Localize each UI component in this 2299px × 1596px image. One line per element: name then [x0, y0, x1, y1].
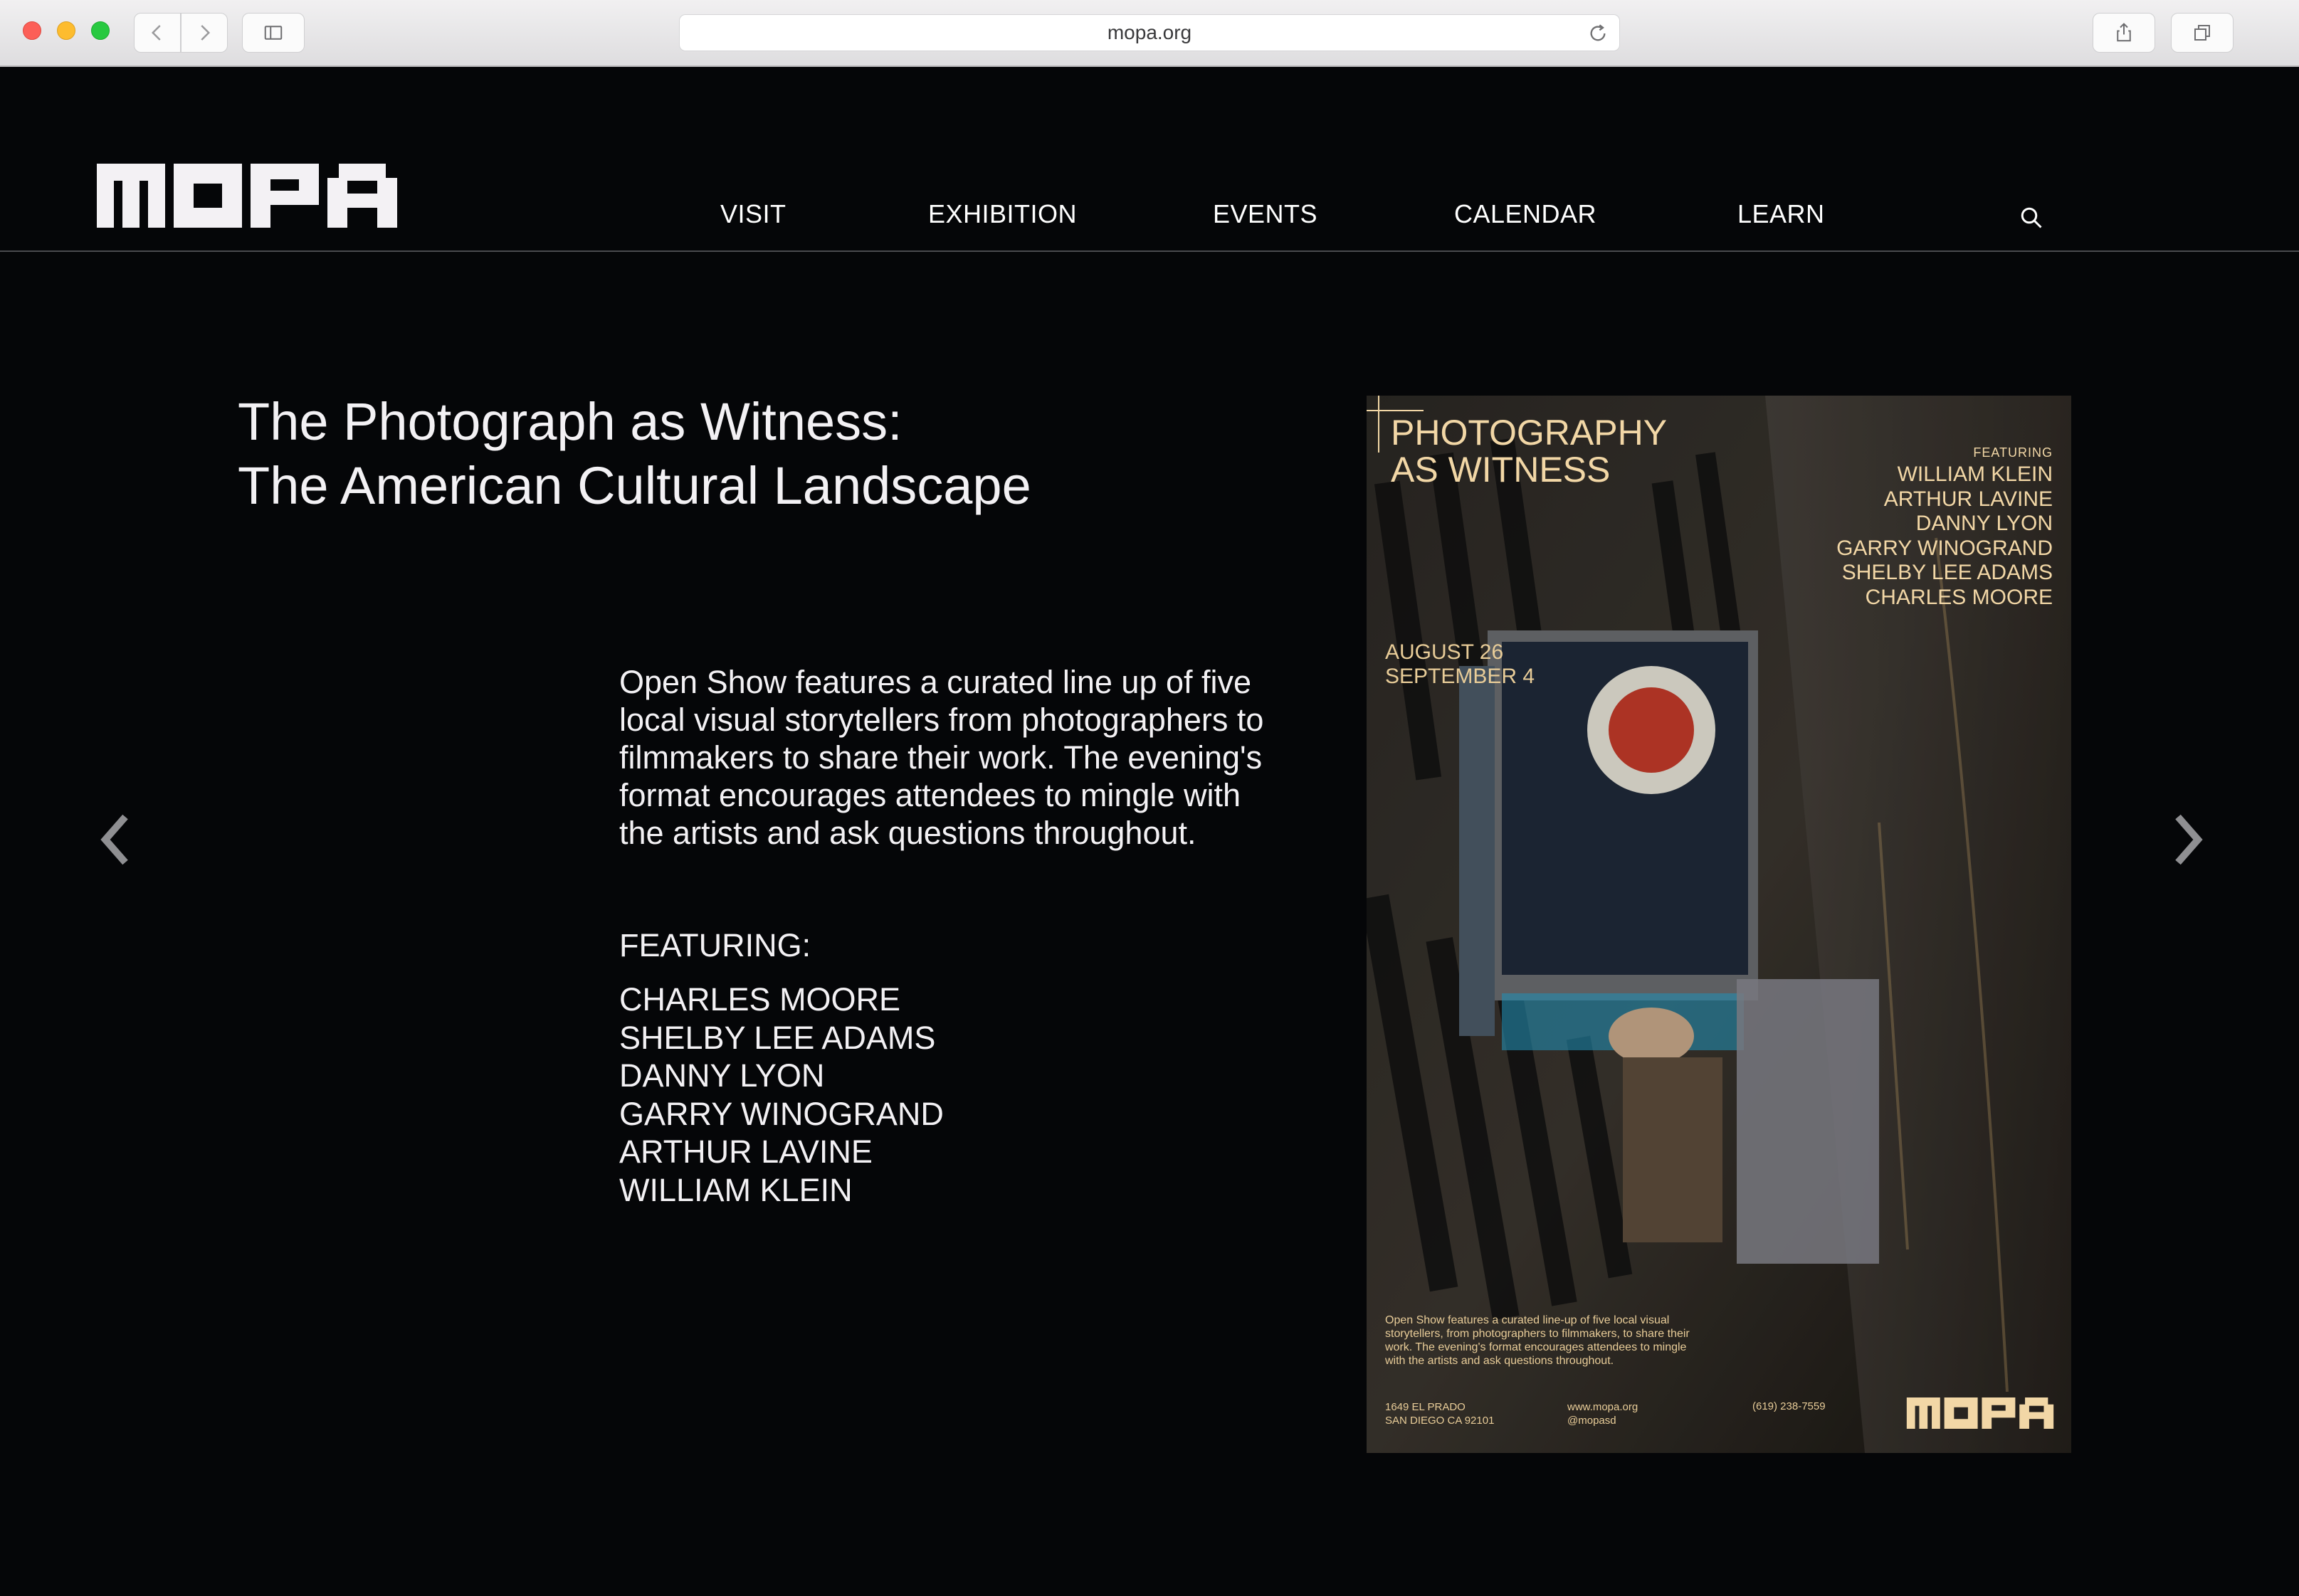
artist-item: WILLIAM KLEIN: [619, 1171, 853, 1208]
poster-description: Open Show features a curated line-up of …: [1385, 1314, 1690, 1367]
forward-button[interactable]: [181, 13, 228, 53]
poster-artist-item: ARTHUR LAVINE: [1883, 487, 2053, 511]
poster-artist-item: SHELBY LEE ADAMS: [1841, 561, 2053, 584]
exhibition-title-line1: The Photograph as Witness:: [238, 392, 903, 451]
exhibition-title: The Photograph as Witness: The American …: [238, 390, 1305, 518]
tabs-icon: [2194, 25, 2210, 41]
poster-phone: (619) 238-7559: [1752, 1400, 1826, 1412]
poster-web: www.mopa.org @mopasd: [1567, 1400, 1638, 1427]
exhibition-title-line2: The American Cultural Landscape: [238, 456, 1031, 515]
exhibition-poster[interactable]: PHOTOGRAPHY AS WITNESS FEATURING WILLIAM…: [1367, 396, 2071, 1453]
artist-list: CHARLES MOORE SHELBY LEE ADAMS DANNY LYO…: [619, 981, 944, 1209]
carousel-next-arrow-icon[interactable]: [2167, 811, 2209, 868]
carousel-prev-arrow-icon[interactable]: [94, 811, 137, 868]
share-button[interactable]: [2093, 13, 2155, 53]
mopa-logo[interactable]: [97, 164, 397, 228]
poster-date-end: SEPTEMBER 4: [1385, 665, 1535, 688]
show-tabs-button[interactable]: [2171, 13, 2234, 53]
back-icon: [151, 25, 161, 41]
sidebar-toggle-button[interactable]: [242, 13, 305, 53]
nav-calendar[interactable]: CALENDAR: [1454, 199, 1596, 229]
poster-website: www.mopa.org: [1567, 1401, 1638, 1413]
nav-events[interactable]: EVENTS: [1213, 199, 1317, 229]
poster-address-line1: 1649 EL PRADO: [1385, 1401, 1466, 1413]
poster-dates: AUGUST 26 SEPTEMBER 4: [1385, 640, 1535, 689]
poster-title-line2: AS WITNESS: [1391, 450, 1611, 490]
artist-item: DANNY LYON: [619, 1057, 825, 1094]
nav-learn[interactable]: LEARN: [1737, 199, 1825, 229]
forward-icon: [201, 25, 211, 41]
nav-visit[interactable]: VISIT: [720, 199, 786, 229]
reload-icon[interactable]: [1588, 23, 1608, 43]
poster-artist-item: CHARLES MOORE: [1865, 585, 2053, 609]
crop-mark: [1378, 396, 1379, 453]
artist-item: SHELBY LEE ADAMS: [619, 1019, 936, 1056]
close-window-button[interactable]: [23, 21, 41, 40]
poster-title-line1: PHOTOGRAPHY: [1391, 413, 1668, 453]
poster-artist-item: GARRY WINOGRAND: [1836, 536, 2053, 560]
artist-item: GARRY WINOGRAND: [619, 1095, 944, 1132]
url-text: mopa.org: [1107, 21, 1192, 43]
poster-title: PHOTOGRAPHY AS WITNESS: [1391, 414, 1747, 488]
artist-item: ARTHUR LAVINE: [619, 1133, 873, 1170]
poster-artist-list: WILLIAM KLEIN ARTHUR LAVINE DANNY LYON G…: [1836, 463, 2053, 610]
exhibition-description: Open Show features a curated line up of …: [619, 664, 1264, 851]
poster-address: 1649 EL PRADO SAN DIEGO CA 92101: [1385, 1400, 1494, 1427]
poster-artist-item: WILLIAM KLEIN: [1897, 463, 2053, 486]
featuring-label: FEATURING:: [619, 927, 811, 963]
poster-address-line2: SAN DIEGO CA 92101: [1385, 1415, 1495, 1427]
address-bar[interactable]: mopa.org: [679, 14, 1620, 51]
search-icon[interactable]: [2019, 205, 2044, 231]
poster-artist-item: DANNY LYON: [1915, 512, 2053, 535]
back-button[interactable]: [134, 13, 181, 53]
crop-mark: [1367, 410, 1424, 411]
browser-toolbar: mopa.org: [0, 0, 2299, 67]
header-divider: [0, 250, 2299, 252]
poster-mopa-logo: [1906, 1397, 2054, 1429]
share-icon: [2117, 23, 2131, 42]
poster-date-start: AUGUST 26: [1385, 640, 1504, 664]
sidebar-icon: [264, 26, 283, 40]
minimize-window-button[interactable]: [57, 21, 75, 40]
nav-exhibition[interactable]: EXHIBITION: [928, 199, 1077, 229]
zoom-window-button[interactable]: [91, 21, 110, 40]
artist-item: CHARLES MOORE: [619, 981, 901, 1018]
poster-handle: @mopasd: [1567, 1415, 1616, 1427]
poster-featuring-label: FEATURING: [1973, 445, 2053, 460]
